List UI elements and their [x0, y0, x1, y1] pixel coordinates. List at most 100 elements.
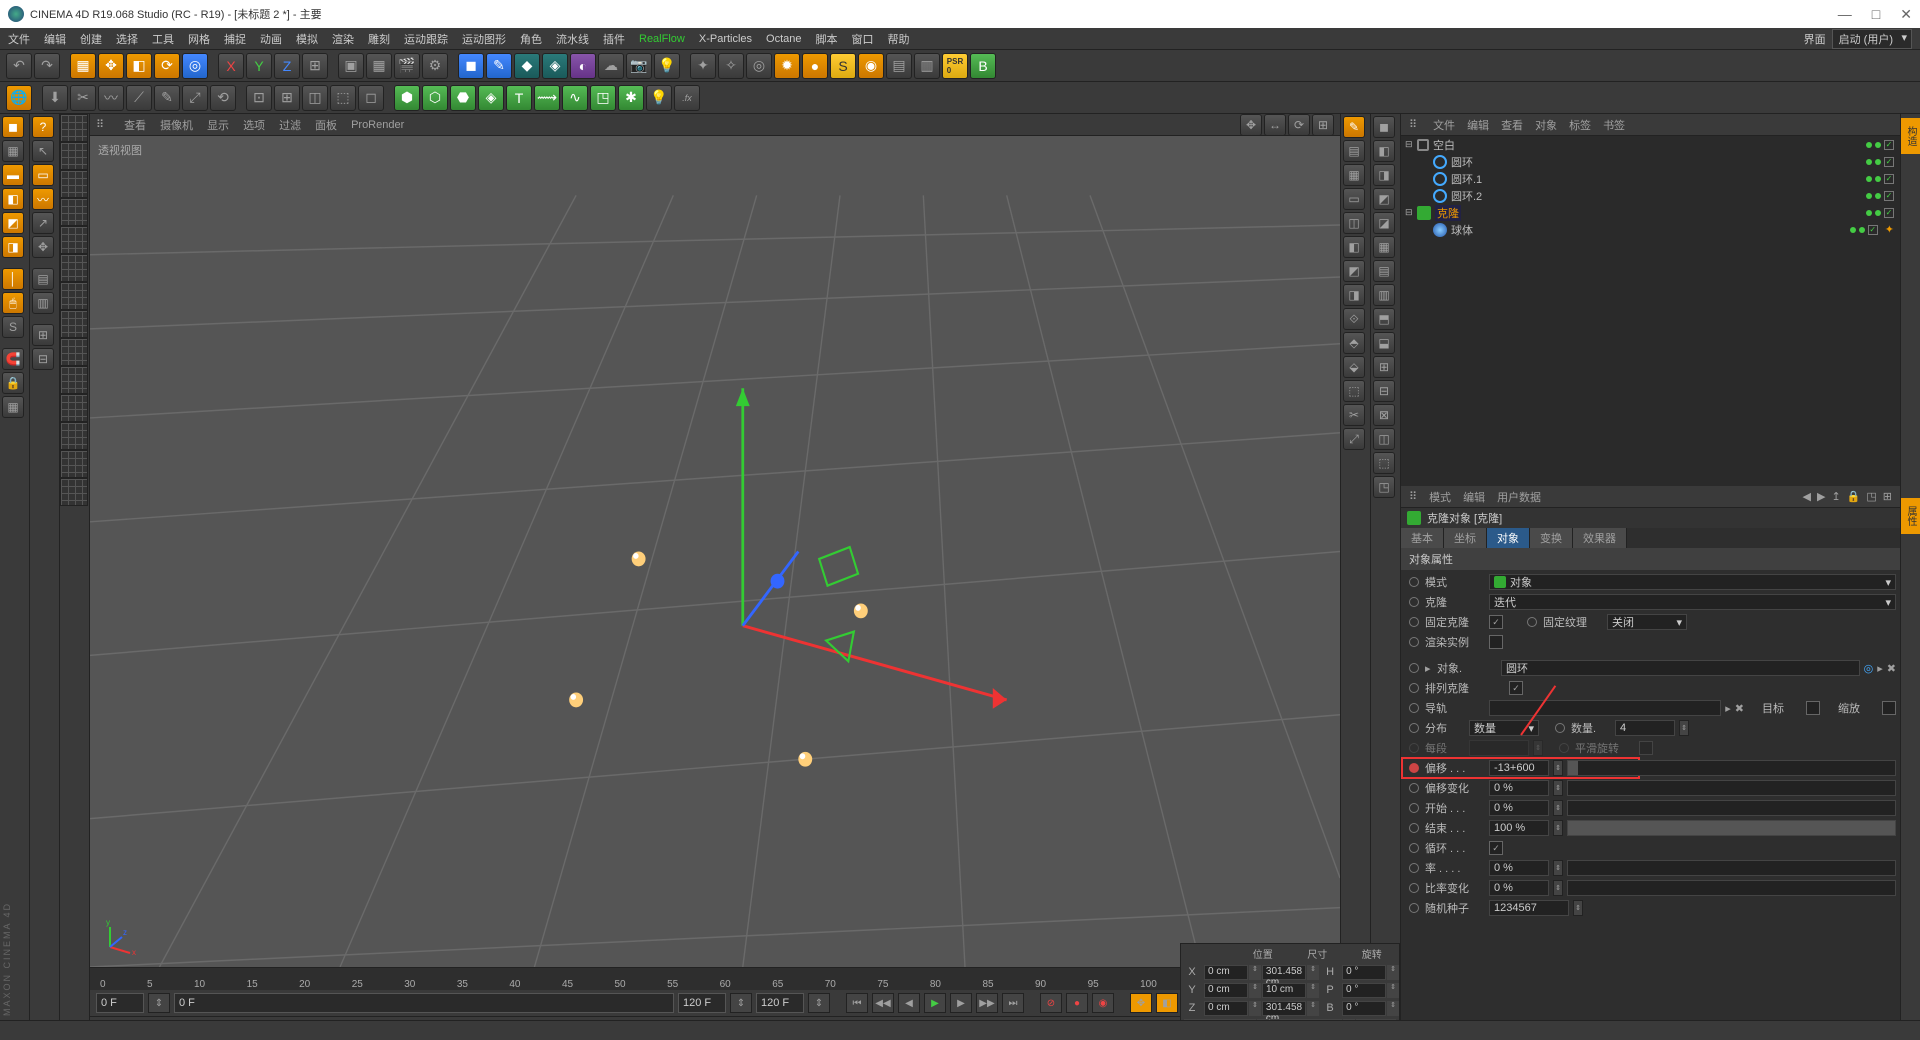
- xp-icon-3[interactable]: ◎: [746, 53, 772, 79]
- grid-icon[interactable]: ▦: [2, 396, 24, 418]
- magnet-icon[interactable]: 🧲: [2, 348, 24, 370]
- offvar-field[interactable]: 0 %: [1489, 780, 1549, 796]
- offset-field[interactable]: -13+600: [1489, 760, 1549, 776]
- menu-mesh[interactable]: 网格: [188, 31, 210, 47]
- spinner-icon[interactable]: ⇕: [1553, 760, 1563, 776]
- spinner-icon[interactable]: ⇕: [1553, 780, 1563, 796]
- tab-basic[interactable]: 基本: [1401, 528, 1444, 548]
- rot-field[interactable]: 0 °: [1342, 1001, 1386, 1016]
- tool-a10-icon[interactable]: ⬘: [1343, 332, 1365, 354]
- fixtex-dropdown[interactable]: 关闭: [1607, 614, 1687, 630]
- tool-pencil-icon[interactable]: ✎: [1343, 116, 1365, 138]
- loop-checkbox[interactable]: ✓: [1489, 841, 1503, 855]
- mograph-extrude-icon[interactable]: ◳: [590, 85, 616, 111]
- menu-file[interactable]: 文件: [8, 31, 30, 47]
- move-tool-icon[interactable]: ✥: [98, 53, 124, 79]
- snap-edge-icon[interactable]: ⊟: [32, 348, 54, 370]
- workplane-icon[interactable]: ▬: [2, 164, 24, 186]
- panel-grip-icon[interactable]: ⠿: [1409, 118, 1419, 131]
- menu-create[interactable]: 创建: [80, 31, 102, 47]
- panel-grip-icon[interactable]: ⠿: [1409, 490, 1417, 503]
- om-view[interactable]: 查看: [1501, 117, 1523, 133]
- pos-field[interactable]: 0 cm: [1204, 965, 1248, 980]
- ratevar-field[interactable]: 0 %: [1489, 880, 1549, 896]
- tool-b14-icon[interactable]: ◫: [1373, 428, 1395, 450]
- clone-dropdown[interactable]: 迭代: [1489, 594, 1896, 610]
- tool-a2-icon[interactable]: ▤: [1343, 140, 1365, 162]
- camera-icon[interactable]: 📷: [626, 53, 652, 79]
- render-settings-icon[interactable]: ⚙: [422, 53, 448, 79]
- menu-octane[interactable]: Octane: [766, 33, 801, 45]
- tool-misc-3-icon[interactable]: ⟋: [126, 85, 152, 111]
- snap-tool-5-icon[interactable]: ◻: [358, 85, 384, 111]
- model-mode-icon[interactable]: ◼: [2, 116, 24, 138]
- window-maximize[interactable]: □: [1872, 6, 1880, 23]
- y-axis-icon[interactable]: Y: [246, 53, 272, 79]
- count-field[interactable]: 4: [1615, 720, 1675, 736]
- end-slider[interactable]: [1567, 820, 1896, 836]
- pos-field[interactable]: 0 cm: [1204, 1001, 1248, 1016]
- z-axis-icon[interactable]: Z: [274, 53, 300, 79]
- spinner-icon[interactable]: ⇕: [1679, 720, 1689, 736]
- next-frame-icon[interactable]: ▶: [950, 993, 972, 1013]
- scale-tool-icon[interactable]: ◧: [126, 53, 152, 79]
- timeline-ruler[interactable]: 0510152025303540455055606570758085909510…: [90, 968, 1340, 990]
- tool-b4-icon[interactable]: ◩: [1373, 188, 1395, 210]
- offvar-slider[interactable]: [1567, 780, 1896, 796]
- xp-icon-4[interactable]: ✹: [774, 53, 800, 79]
- tool-misc-4-icon[interactable]: ✎: [154, 85, 180, 111]
- range-end2-field[interactable]: 120 F: [756, 993, 804, 1013]
- range-end-field[interactable]: 120 F: [678, 993, 726, 1013]
- spinner-icon[interactable]: ⇕: [730, 993, 752, 1013]
- generator-icon[interactable]: ◆: [514, 53, 540, 79]
- vp-display[interactable]: 显示: [207, 117, 229, 133]
- autokey-icon[interactable]: ◉: [1092, 993, 1114, 1013]
- vtab-attr[interactable]: 属性: [1901, 498, 1920, 534]
- subdiv-surface-icon[interactable]: ◈: [542, 53, 568, 79]
- tool-a9-icon[interactable]: ⟐: [1343, 308, 1365, 330]
- vp-view[interactable]: 查看: [124, 117, 146, 133]
- environment-icon[interactable]: ☁: [598, 53, 624, 79]
- mouse-icon[interactable]: 🖱: [2, 292, 24, 314]
- undo-icon[interactable]: ↶: [6, 53, 32, 79]
- size-field[interactable]: 301.458 cm: [1262, 965, 1306, 980]
- edge-mode-icon[interactable]: ◧: [2, 188, 24, 210]
- rec-no-icon[interactable]: ⊘: [1040, 993, 1062, 1013]
- rail-link-field[interactable]: [1489, 700, 1721, 716]
- xp-icon-10[interactable]: B: [970, 53, 996, 79]
- tool-a8-icon[interactable]: ◨: [1343, 284, 1365, 306]
- nav-up-icon[interactable]: ↥: [1831, 490, 1840, 503]
- om-tags[interactable]: 标签: [1569, 117, 1591, 133]
- grid-cell[interactable]: [60, 198, 88, 226]
- deformer-icon[interactable]: ◐: [570, 53, 596, 79]
- menu-mograph[interactable]: 运动图形: [462, 31, 506, 47]
- tool-a4-icon[interactable]: ▭: [1343, 188, 1365, 210]
- recent-tool-icon[interactable]: ◎: [182, 53, 208, 79]
- menu-pipeline[interactable]: 流水线: [556, 31, 589, 47]
- am-mode[interactable]: 模式: [1429, 489, 1451, 505]
- vp-nav-4-icon[interactable]: ⊞: [1312, 114, 1334, 136]
- ratevar-slider[interactable]: [1567, 880, 1896, 896]
- spinner-icon[interactable]: ⇕: [1573, 900, 1583, 916]
- tool-b15-icon[interactable]: ⬚: [1373, 452, 1395, 474]
- xp-icon-1[interactable]: ✦: [690, 53, 716, 79]
- grid-cell[interactable]: [60, 142, 88, 170]
- grid-cell[interactable]: [60, 226, 88, 254]
- tool-misc-1-icon[interactable]: ✂: [70, 85, 96, 111]
- grid-cell[interactable]: [60, 478, 88, 506]
- xp-icon-7[interactable]: ◉: [858, 53, 884, 79]
- arrow-tool-icon[interactable]: ↗: [32, 212, 54, 234]
- tool-a7-icon[interactable]: ◩: [1343, 260, 1365, 282]
- am-userdata[interactable]: 用户数据: [1497, 489, 1541, 505]
- vp-camera[interactable]: 摄像机: [160, 117, 193, 133]
- tab-effectors[interactable]: 效果器: [1573, 528, 1627, 548]
- grid-cell[interactable]: [60, 450, 88, 478]
- menu-select[interactable]: 选择: [116, 31, 138, 47]
- grid-cell[interactable]: [60, 366, 88, 394]
- mograph-tracer-icon[interactable]: ⟿: [534, 85, 560, 111]
- grid-cell[interactable]: [60, 254, 88, 282]
- vp-nav-2-icon[interactable]: ↔: [1264, 114, 1286, 136]
- object-link-field[interactable]: 圆环: [1501, 660, 1860, 676]
- grid-cell[interactable]: [60, 422, 88, 450]
- om-object[interactable]: 对象: [1535, 117, 1557, 133]
